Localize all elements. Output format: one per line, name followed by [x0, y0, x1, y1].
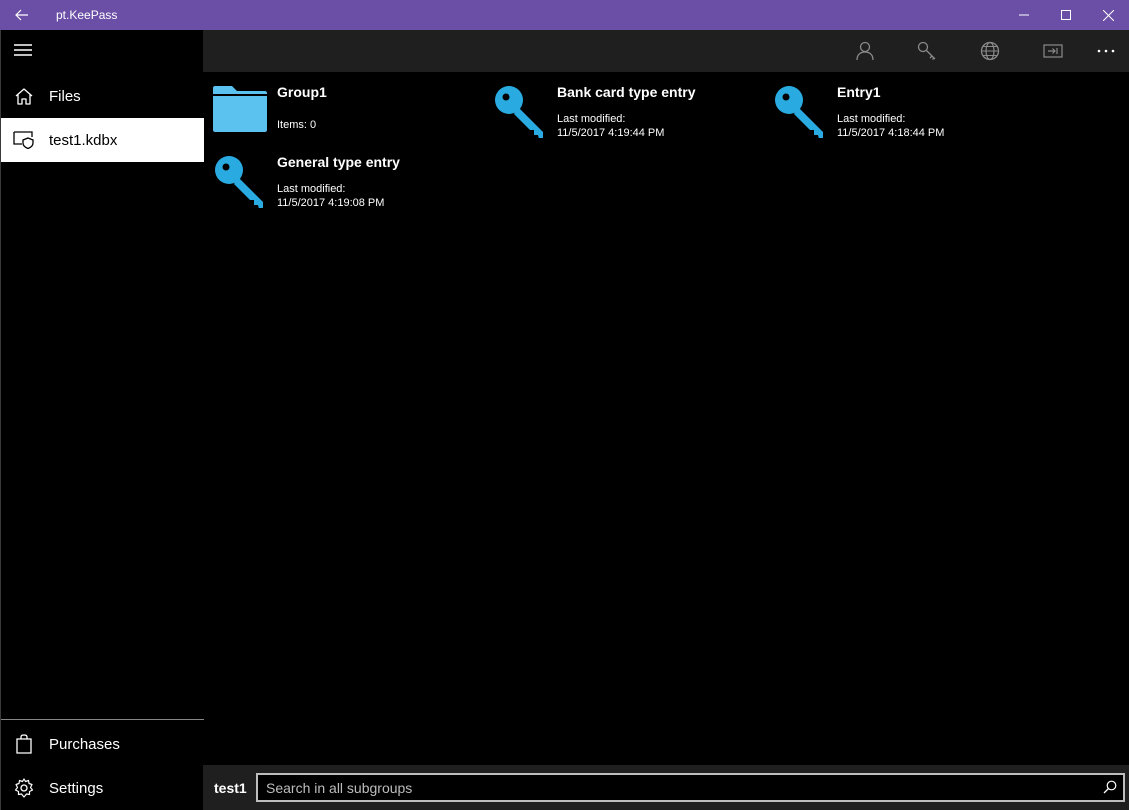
open-entry-icon: [1043, 44, 1063, 58]
tile-modified-label: Last modified:: [277, 183, 346, 195]
entry-tile[interactable]: General type entry Last modified: 11/5/2…: [203, 142, 483, 210]
hamburger-icon: [14, 44, 32, 56]
title-bar: pt.KeePass: [0, 0, 1129, 30]
copy-username-button[interactable]: [845, 30, 885, 72]
tile-modified-label: Last modified:: [837, 113, 906, 125]
window-title: pt.KeePass: [56, 8, 118, 22]
gear-icon: [14, 778, 34, 798]
more-button[interactable]: [1086, 30, 1126, 72]
tile-title: Bank card type entry: [557, 84, 696, 100]
search-icon[interactable]: [1103, 780, 1117, 794]
tile-title: General type entry: [277, 154, 400, 170]
open-entry-button[interactable]: [1033, 30, 1073, 72]
database-shield-icon: [13, 131, 34, 149]
folder-icon: [211, 80, 269, 138]
sidebar-divider: [1, 719, 204, 720]
group-tile[interactable]: Group1 Items: 0: [203, 72, 483, 140]
entry-tile[interactable]: Bank card type entry Last modified: 11/5…: [483, 72, 763, 140]
nav-item-settings[interactable]: Settings: [1, 766, 204, 810]
maximize-button[interactable]: [1045, 0, 1087, 30]
entry-tile[interactable]: Entry1 Last modified: 11/5/2017 4:18:44 …: [763, 72, 1043, 140]
copy-password-button[interactable]: [907, 30, 947, 72]
minimize-button[interactable]: [1003, 0, 1045, 30]
tile-title: Group1: [277, 84, 327, 100]
database-name: test1: [214, 780, 247, 796]
search-input[interactable]: [258, 775, 1123, 800]
hamburger-button[interactable]: [13, 42, 35, 62]
tile-title: Entry1: [837, 84, 881, 100]
key-icon: [917, 41, 936, 60]
more-icon: [1097, 49, 1115, 53]
tile-modified-label: Last modified:: [557, 113, 626, 125]
window-controls: [1003, 0, 1129, 30]
nav-item-purchases[interactable]: Purchases: [1, 722, 204, 766]
key-icon: [211, 150, 269, 209]
back-arrow-icon: [15, 9, 28, 21]
tile-modified-value: 11/5/2017 4:18:44 PM: [837, 127, 945, 139]
nav-item-label: Settings: [49, 779, 104, 797]
nav-item-database[interactable]: test1.kdbx: [1, 118, 204, 162]
nav-item-label: test1.kdbx: [49, 131, 118, 149]
bottom-bar: test1: [203, 765, 1129, 810]
key-icon: [771, 80, 829, 139]
tile-modified-value: 11/5/2017 4:19:44 PM: [557, 127, 665, 139]
close-button[interactable]: [1087, 0, 1129, 30]
globe-icon: [980, 41, 1000, 61]
entries-grid: Group1 Items: 0 Bank card type entry Las…: [203, 72, 1129, 765]
key-icon: [491, 80, 549, 139]
user-icon: [856, 41, 874, 61]
back-button[interactable]: [0, 0, 44, 30]
navigation-pane: Files test1.kdbx Purchases Settings: [0, 30, 204, 810]
nav-item-files[interactable]: Files: [1, 74, 204, 118]
open-url-button[interactable]: [970, 30, 1010, 72]
search-box[interactable]: [256, 773, 1125, 802]
nav-item-label: Files: [49, 87, 81, 105]
tile-modified-value: 11/5/2017 4:19:08 PM: [277, 197, 385, 209]
tile-items-count: Items: 0: [277, 119, 317, 131]
nav-item-label: Purchases: [49, 735, 120, 753]
close-icon: [1102, 9, 1114, 21]
command-bar: [203, 30, 1129, 72]
maximize-icon: [1061, 10, 1071, 20]
shopping-bag-icon: [16, 734, 32, 754]
minimize-icon: [1019, 14, 1029, 16]
home-icon: [15, 88, 33, 105]
